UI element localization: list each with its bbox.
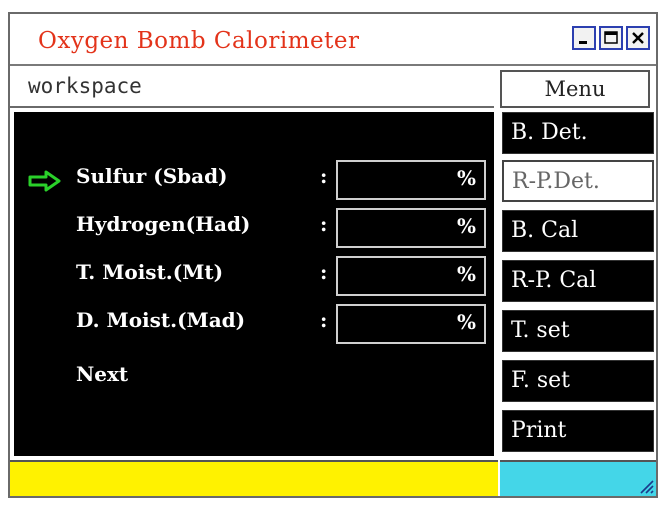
field-unit: % (456, 262, 476, 286)
field-unit: % (456, 310, 476, 334)
workspace-bar: workspace (10, 68, 494, 108)
app-window: Oxygen Bomb Calorimeter workspace Menu S… (8, 12, 658, 498)
resize-grip-icon[interactable] (636, 476, 654, 494)
menu-item-r-p-cal[interactable]: R-P. Cal (502, 260, 654, 302)
arrow-right-icon (28, 170, 61, 192)
menu-item-b-det[interactable]: B. Det. (502, 112, 654, 154)
field-colon: : (320, 212, 328, 236)
field-label: Sulfur (Sbad) (76, 164, 228, 188)
title-bar: Oxygen Bomb Calorimeter (10, 14, 656, 66)
status-bar-left (10, 460, 498, 496)
field-colon: : (320, 260, 328, 284)
minimize-icon[interactable] (572, 26, 596, 50)
field-unit: % (456, 214, 476, 238)
field-row-sulfur[interactable]: Sulfur (Sbad) : % (14, 160, 494, 200)
field-colon: : (320, 164, 328, 188)
menu-item-f-set[interactable]: F. set (502, 360, 654, 402)
next-button[interactable]: Next (76, 362, 128, 386)
field-label: D. Moist.(Mad) (76, 308, 246, 332)
close-icon[interactable] (626, 26, 650, 50)
menu-item-r-p-det[interactable]: R-P.Det. (502, 160, 654, 202)
window-controls (572, 26, 650, 50)
sulfur-input[interactable]: % (336, 160, 486, 200)
menu-item-b-cal[interactable]: B. Cal (502, 210, 654, 252)
maximize-icon[interactable] (599, 26, 623, 50)
status-bar-right (500, 460, 656, 496)
field-label: Hydrogen(Had) (76, 212, 251, 236)
workspace-panel: Sulfur (Sbad) : % Hydrogen(Had) : % T. M… (14, 112, 494, 456)
field-colon: : (320, 308, 328, 332)
workspace-label: workspace (28, 74, 142, 98)
menu-item-print[interactable]: Print (502, 410, 654, 452)
field-row-hydrogen[interactable]: Hydrogen(Had) : % (14, 208, 494, 248)
field-row-dry-moisture[interactable]: D. Moist.(Mad) : % (14, 304, 494, 344)
field-unit: % (456, 166, 476, 190)
field-row-total-moisture[interactable]: T. Moist.(Mt) : % (14, 256, 494, 296)
hydrogen-input[interactable]: % (336, 208, 486, 248)
menu-header: Menu (500, 70, 650, 108)
total-moisture-input[interactable]: % (336, 256, 486, 296)
menu-item-t-set[interactable]: T. set (502, 310, 654, 352)
field-label: T. Moist.(Mt) (76, 260, 224, 284)
dry-moisture-input[interactable]: % (336, 304, 486, 344)
window-title: Oxygen Bomb Calorimeter (38, 28, 360, 54)
